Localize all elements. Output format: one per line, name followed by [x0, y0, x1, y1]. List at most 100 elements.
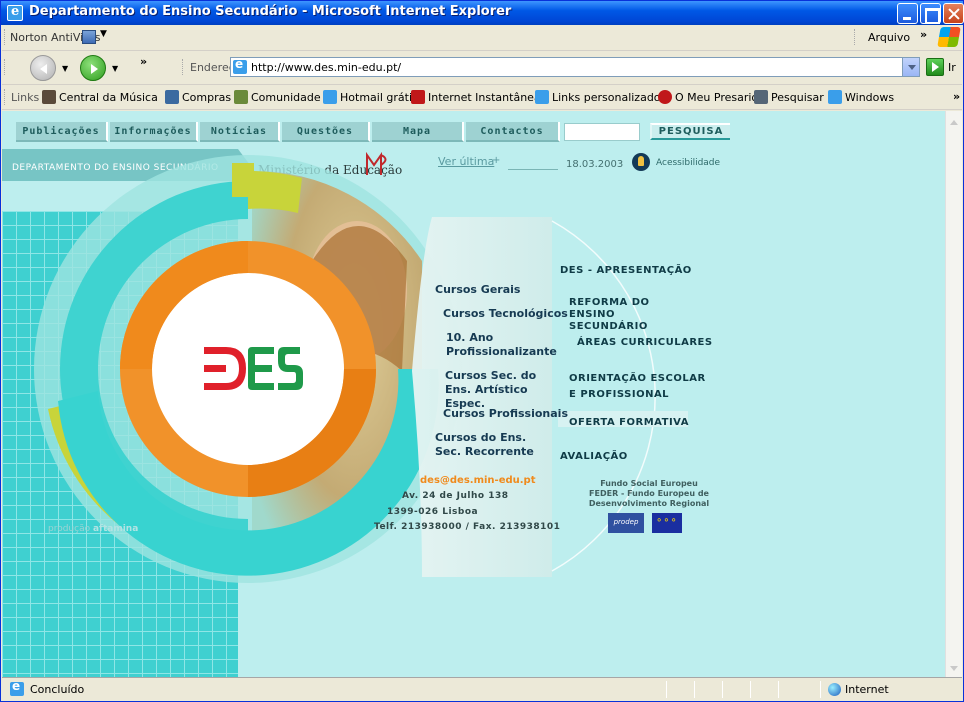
ie-page-icon — [535, 90, 549, 104]
menu-oferta-formativa[interactable]: OFERTA FORMATIVA — [569, 417, 689, 429]
course-10-ano-profissionalizante[interactable]: 10. Ano Profissionalizante — [446, 331, 557, 359]
link-label: Pesquisar — [771, 91, 824, 104]
toolbar-grip[interactable] — [4, 59, 7, 75]
address-url[interactable]: http://www.des.min-edu.pt/ — [251, 61, 401, 74]
status-bar: Concluído Internet — [2, 677, 962, 701]
toolbar-grip[interactable] — [4, 89, 7, 105]
link-comunidade[interactable]: Comunidade — [234, 90, 321, 104]
link-label: Windows — [845, 91, 895, 104]
nav-publicacoes[interactable]: Publicações — [16, 122, 108, 142]
menu-areas-curriculares[interactable]: ÁREAS CURRICULARES — [577, 337, 713, 349]
go-arrow-icon[interactable] — [926, 58, 944, 76]
link-windows[interactable]: Windows — [828, 90, 894, 104]
link-compras[interactable]: Compras — [165, 90, 231, 104]
link-internet-instantanea[interactable]: Internet Instantânea — [411, 90, 541, 104]
address-field[interactable]: http://www.des.min-edu.pt/ — [230, 57, 920, 77]
contact-phone: Telf. 213938000 / Fax. 213938101 — [374, 522, 561, 532]
contact-address-1: Av. 24 de Julho 138 — [402, 491, 509, 501]
windows-logo-icon — [937, 27, 961, 47]
link-pesquisar[interactable]: Pesquisar — [754, 90, 824, 104]
toolbar-grip[interactable] — [4, 29, 7, 45]
toolbar-grip[interactable] — [854, 29, 857, 45]
status-separator — [750, 681, 751, 698]
site-nav: Publicações Informações Notícias Questõe… — [2, 111, 945, 143]
link-label: Links personalizados — [552, 91, 667, 104]
chevron-down-icon[interactable]: ▼ — [100, 29, 107, 39]
link-personalizados[interactable]: Links personalizados — [535, 90, 666, 104]
ie-page-icon — [233, 57, 247, 74]
maximize-button[interactable] — [920, 3, 941, 24]
funding-line-2: FEDER - Fundo Europeu de — [589, 489, 709, 498]
menu-avaliacao[interactable]: AVALIAÇÃO — [560, 451, 628, 463]
menu-des-apresentacao[interactable]: DES - APRESENTAÇÃO — [560, 265, 692, 277]
menu-arquivo[interactable]: Arquivo — [868, 31, 910, 44]
contact-address-2: 1399-026 Lisboa — [387, 507, 479, 517]
ie-page-icon — [828, 90, 842, 104]
link-label: Comunidade — [251, 91, 321, 104]
production-credit: produção aftamina — [48, 524, 138, 534]
course-cursos-tecnologicos[interactable]: Cursos Tecnológicos — [443, 307, 568, 321]
internet-globe-icon — [828, 683, 841, 696]
prodep-logo[interactable]: prodep — [608, 513, 644, 533]
forward-dropdown-icon[interactable]: ▼ — [112, 64, 118, 73]
link-label: Central da Música — [59, 91, 158, 104]
link-o-meu-presario[interactable]: O Meu Presario — [658, 90, 758, 104]
menu-orientacao-escolar[interactable]: ORIENTAÇÃO ESCOLAR E PROFISSIONAL — [569, 371, 709, 403]
ie-page-icon — [323, 90, 337, 104]
link-label: Internet Instantânea — [428, 91, 541, 104]
minimize-button[interactable] — [897, 3, 918, 24]
nav-contactos[interactable]: Contactos — [466, 122, 560, 142]
ie-app-icon — [7, 4, 23, 21]
search-input[interactable] — [564, 123, 640, 141]
music-icon — [42, 90, 56, 104]
vertical-scrollbar[interactable] — [945, 111, 962, 677]
scroll-down-button[interactable] — [946, 660, 962, 677]
course-cursos-profissionais[interactable]: Cursos Profissionais — [443, 407, 568, 421]
back-button[interactable] — [30, 55, 56, 81]
course-cursos-gerais[interactable]: Cursos Gerais — [435, 283, 520, 297]
msn-icon — [411, 90, 425, 104]
window-title: Departamento do Ensino Secundário - Micr… — [29, 4, 512, 19]
nav-questoes[interactable]: Questões — [282, 122, 370, 142]
status-separator — [820, 681, 821, 698]
toolbar-grip[interactable] — [182, 59, 185, 75]
ie-page-icon — [10, 679, 24, 696]
security-zone: Internet — [845, 683, 889, 696]
status-separator — [694, 681, 695, 698]
norton-toolbar: Norton AntiVirus ▼ Arquivo » — [2, 25, 962, 51]
address-dropdown-button[interactable] — [902, 58, 919, 76]
nav-informacoes[interactable]: Informações — [110, 122, 198, 142]
presario-icon — [658, 90, 672, 104]
links-overflow-chevron[interactable]: » — [953, 90, 960, 103]
search-button[interactable]: PESQUISA — [650, 123, 730, 140]
link-label: Compras — [182, 91, 232, 104]
status-separator — [666, 681, 667, 698]
link-central-da-musica[interactable]: Central da Música — [42, 90, 158, 104]
contact-email-link[interactable]: des@des.min-edu.pt — [420, 475, 536, 486]
link-hotmail[interactable]: Hotmail grátis — [323, 90, 418, 104]
close-button[interactable] — [943, 3, 964, 24]
community-icon — [234, 90, 248, 104]
go-button-label[interactable]: Ir — [948, 61, 956, 74]
menu-reforma-ensino[interactable]: REFORMA DO ENSINO SECUNDÁRIO — [569, 297, 697, 333]
menu-overflow-chevron[interactable]: » — [920, 28, 927, 41]
status-text: Concluído — [30, 683, 85, 696]
navigation-toolbar: ▼ ▼ » Endereço http://www.des.min-edu.pt… — [2, 51, 962, 85]
scroll-up-button[interactable] — [946, 111, 962, 128]
forward-button[interactable] — [80, 55, 106, 81]
credit-name[interactable]: aftamina — [93, 524, 138, 534]
nav-noticias[interactable]: Notícias — [200, 122, 280, 142]
status-separator — [778, 681, 779, 698]
links-toolbar: Links Central da Música Compras Comunida… — [2, 85, 962, 110]
norton-icon[interactable] — [82, 30, 96, 44]
des-logo-mark — [204, 347, 303, 390]
toolbar-overflow-chevron[interactable]: » — [140, 55, 147, 68]
course-artistico-espec[interactable]: Cursos Sec. do Ens. Artístico Espec. — [445, 369, 545, 411]
page-viewport: Publicações Informações Notícias Questõe… — [2, 111, 945, 677]
status-separator — [722, 681, 723, 698]
back-dropdown-icon[interactable]: ▼ — [62, 64, 68, 73]
cart-icon — [165, 90, 179, 104]
course-ens-sec-recorrente[interactable]: Cursos do Ens. Sec. Recorrente — [435, 431, 547, 459]
nav-mapa[interactable]: Mapa — [372, 122, 464, 142]
eu-flag-icon[interactable] — [652, 513, 682, 533]
